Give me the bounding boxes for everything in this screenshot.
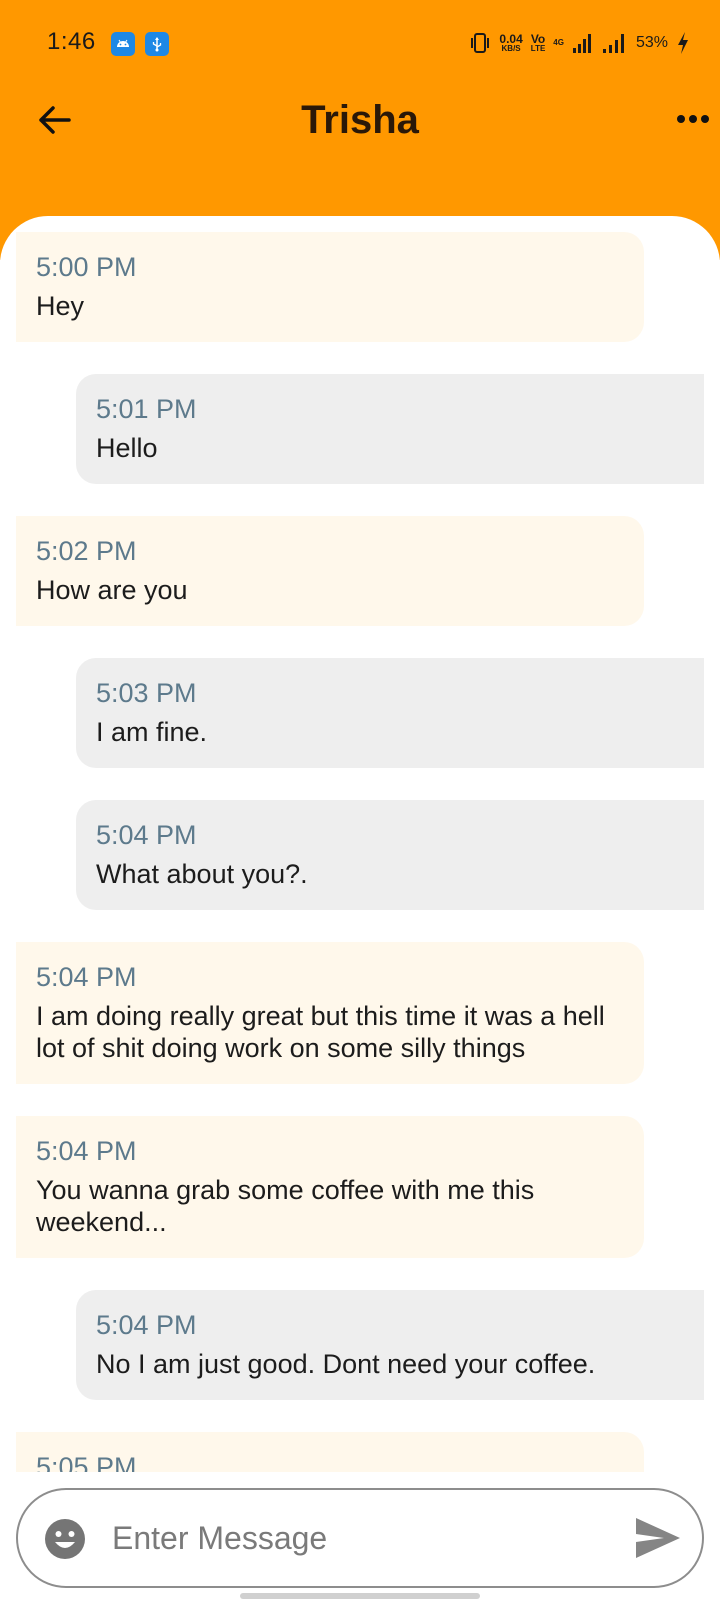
message-time: 5:02 PM bbox=[36, 536, 137, 566]
message-text: I am doing really great but this time it… bbox=[36, 1001, 605, 1063]
message-text: I am fine. bbox=[96, 717, 208, 747]
more-horiz-icon bbox=[677, 115, 709, 123]
vibrate-icon bbox=[471, 33, 490, 53]
battery-charging-icon bbox=[678, 32, 688, 54]
message-time: 5:03 PM bbox=[96, 678, 197, 708]
message-time: 5:04 PM bbox=[96, 820, 197, 850]
message-time: 5:05 PM bbox=[36, 1452, 137, 1472]
emoji-button[interactable] bbox=[44, 1518, 86, 1560]
message-time: 5:04 PM bbox=[96, 1310, 197, 1340]
message-bubble-outgoing: 5:04 PM What about you?. bbox=[76, 800, 704, 910]
emoji-icon bbox=[45, 1519, 85, 1559]
home-indicator bbox=[240, 1593, 480, 1599]
signal-icon bbox=[602, 34, 624, 53]
message-composer bbox=[16, 1488, 704, 1588]
send-button[interactable] bbox=[634, 1516, 682, 1560]
network-type: 4G bbox=[553, 38, 564, 47]
more-options-button[interactable] bbox=[676, 104, 716, 134]
message-text: You wanna grab some coffee with me this … bbox=[36, 1175, 535, 1237]
message-text: How are you bbox=[36, 575, 188, 605]
send-icon bbox=[636, 1518, 680, 1558]
message-time: 5:01 PM bbox=[96, 394, 197, 424]
message-bubble-incoming: 5:02 PM How are you bbox=[16, 516, 644, 626]
message-time: 5:04 PM bbox=[36, 1136, 137, 1166]
message-bubble-incoming: 5:05 PM bbox=[16, 1432, 644, 1472]
message-input[interactable] bbox=[112, 1512, 612, 1564]
message-text: What about you?. bbox=[96, 859, 308, 889]
battery-percentage: 53% bbox=[635, 34, 668, 51]
message-list[interactable]: 5:00 PM Hey 5:01 PM Hello 5:02 PM How ar… bbox=[0, 232, 720, 1472]
message-bubble-incoming: 5:04 PM I am doing really great but this… bbox=[16, 942, 644, 1084]
app-bar: Trisha bbox=[0, 88, 720, 152]
android-notification-icon bbox=[111, 32, 135, 56]
volte-indicator: Vo LTE bbox=[530, 32, 546, 53]
message-text: No I am just good. Dont need your coffee… bbox=[96, 1349, 596, 1379]
message-bubble-incoming: 5:04 PM You wanna grab some coffee with … bbox=[16, 1116, 644, 1258]
message-bubble-outgoing: 5:03 PM I am fine. bbox=[76, 658, 704, 768]
message-time: 5:04 PM bbox=[36, 962, 137, 992]
status-indicators: 0.04 KB/S Vo LTE 4G 53% bbox=[469, 28, 690, 58]
message-text: Hello bbox=[96, 433, 158, 463]
message-text: Hey bbox=[36, 291, 85, 321]
status-bar: 1:46 0.04 KB/S Vo LTE 4G 53% bbox=[0, 0, 720, 88]
message-bubble-outgoing: 5:01 PM Hello bbox=[76, 374, 704, 484]
message-time: 5:00 PM bbox=[36, 252, 137, 282]
chat-title: Trisha bbox=[301, 98, 419, 142]
usb-notification-icon bbox=[145, 32, 169, 56]
message-bubble-outgoing: 5:04 PM No I am just good. Dont need you… bbox=[76, 1290, 704, 1400]
message-bubble-incoming: 5:00 PM Hey bbox=[16, 232, 644, 342]
network-speed: 0.04 KB/S bbox=[499, 32, 523, 53]
signal-icon bbox=[572, 34, 591, 53]
status-time: 1:46 bbox=[47, 28, 96, 55]
